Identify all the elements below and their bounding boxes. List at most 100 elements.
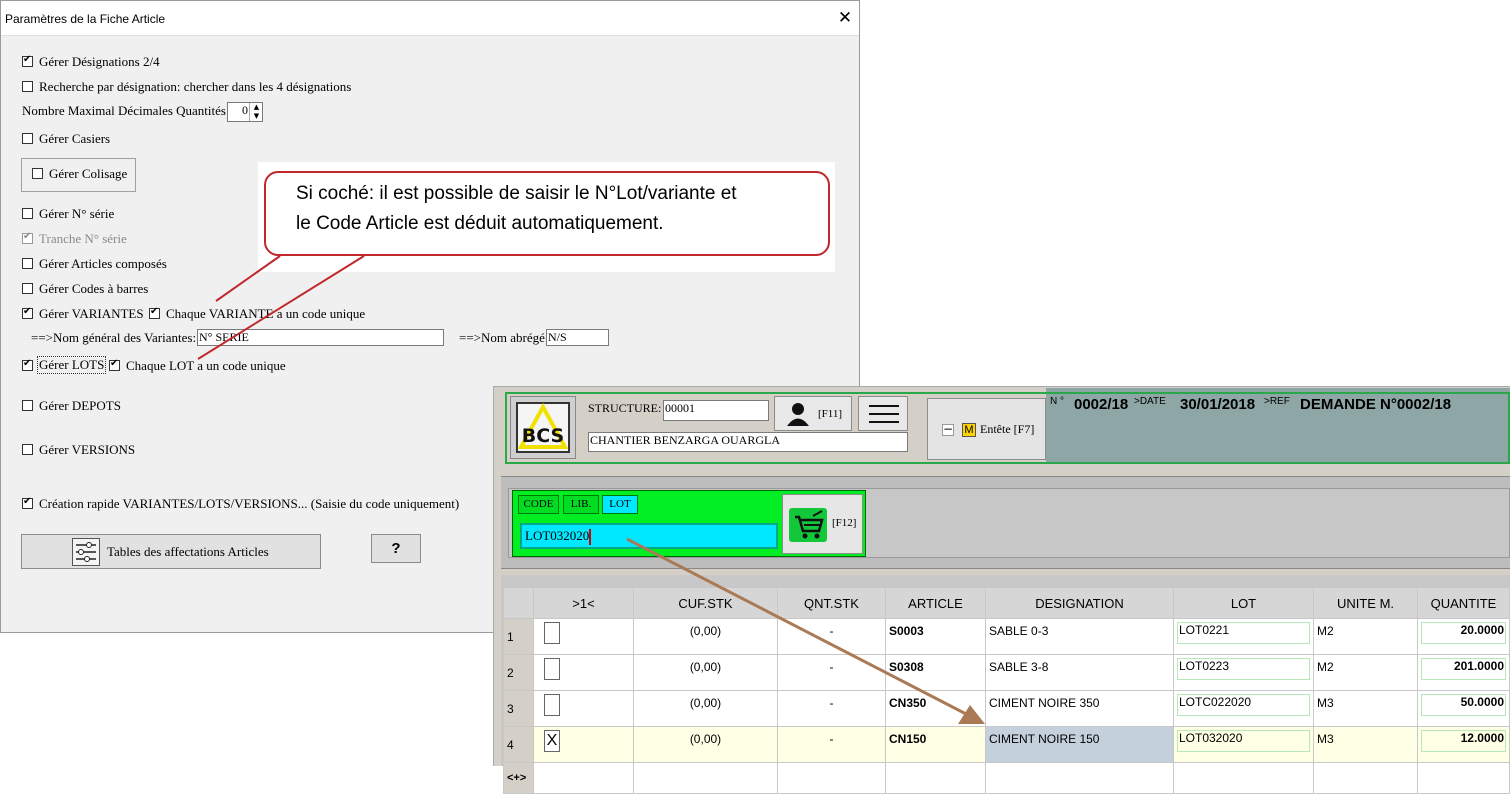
cell-unite[interactable]: M2 (1313, 618, 1418, 655)
dialog-title: Paramètres de la Fiche Article (5, 12, 166, 26)
cell-unite[interactable]: M2 (1313, 654, 1418, 691)
creation-rapide-checkbox[interactable] (22, 496, 33, 509)
serie-checkbox[interactable] (22, 208, 33, 219)
row-checkbox-cell[interactable] (533, 654, 634, 691)
row-checkbox[interactable] (544, 694, 560, 716)
nom-general-label: ==>Nom général des Variantes: (31, 330, 197, 345)
cell-lot-wrap[interactable]: LOT0223 (1173, 654, 1314, 691)
row-number[interactable]: 2 (503, 654, 534, 691)
cell-lot-wrap[interactable]: LOTC022020 (1173, 690, 1314, 727)
column-header-article[interactable]: ARTICLE (885, 587, 986, 619)
cell-unite[interactable]: M3 (1313, 726, 1418, 763)
versions-checkbox[interactable] (22, 444, 33, 455)
cell-lot-wrap[interactable]: LOT0221 (1173, 618, 1314, 655)
cell-designation[interactable]: CIMENT NOIRE 150 (985, 726, 1174, 763)
user-icon (787, 403, 809, 426)
dialog-title-bar: Paramètres de la Fiche Article ✕ (1, 1, 859, 35)
cell-designation[interactable]: SABLE 0-3 (985, 618, 1174, 655)
row-checkbox[interactable] (544, 622, 560, 644)
cell-article[interactable]: S0003 (885, 618, 986, 655)
structure-name-field[interactable]: CHANTIER BENZARGA OUARGLA (588, 432, 908, 452)
cell-lot[interactable]: LOT0221 (1177, 622, 1310, 644)
entete-button[interactable]: − M Entête [F7] (927, 398, 1046, 460)
cell-quantite[interactable]: 12.0000 (1421, 730, 1506, 752)
row-checkbox-cell[interactable]: X (533, 726, 634, 763)
cell-cuf: (0,00) (633, 654, 778, 691)
variante-unique-checkbox[interactable] (149, 306, 160, 319)
cell-quantite[interactable]: 50.0000 (1421, 694, 1506, 716)
cell-quantite-wrap[interactable]: 12.0000 (1417, 726, 1510, 763)
composes-checkbox[interactable] (22, 258, 33, 269)
column-header-unite[interactable]: UNITE M. (1313, 587, 1418, 619)
callout-box: Si coché: il est possible de saisir le N… (264, 171, 830, 256)
column-header-cuf[interactable]: CUF.STK (633, 587, 778, 619)
column-header-select[interactable]: >1< (533, 587, 634, 619)
cell-lot[interactable]: LOT0223 (1177, 658, 1310, 680)
designations-checkbox[interactable] (22, 54, 33, 67)
cell-quantite-wrap[interactable]: 20.0000 (1417, 618, 1510, 655)
column-header-designation[interactable]: DESIGNATION (985, 587, 1174, 619)
cell-quantite-wrap[interactable]: 201.0000 (1417, 654, 1510, 691)
date-label: >DATE (1134, 396, 1166, 407)
menu-button[interactable] (858, 396, 908, 431)
casiers-checkbox[interactable] (22, 133, 33, 144)
row-checkbox[interactable] (544, 658, 560, 680)
row-checkbox[interactable]: X (544, 730, 560, 752)
cell-designation[interactable]: CIMENT NOIRE 350 (985, 690, 1174, 727)
cell-article[interactable]: CN350 (885, 690, 986, 727)
column-header-qnt[interactable]: QNT.STK (777, 587, 886, 619)
column-header-lot[interactable]: LOT (1173, 587, 1314, 619)
table-row[interactable]: 1 (0,00) - S0003 SABLE 0-3 LOT0221 M2 20… (503, 618, 1510, 655)
table-row-new[interactable]: <+> (503, 762, 1510, 794)
cell-qnt: - (777, 618, 886, 655)
cart-button[interactable]: [F12] (782, 494, 863, 554)
variantes-checkbox[interactable] (22, 306, 33, 319)
row-number[interactable]: 4 (503, 726, 534, 763)
depots-checkbox[interactable] (22, 400, 33, 411)
search-input[interactable]: LOT032020 (520, 523, 778, 549)
lot-unique-checkbox[interactable] (109, 358, 120, 371)
cell-lot-wrap[interactable]: LOT032020 (1173, 726, 1314, 763)
cell-cuf: (0,00) (633, 726, 778, 763)
cell-lot[interactable]: LOT032020 (1177, 730, 1310, 752)
user-key-label: [F11] (818, 408, 843, 420)
new-row-button[interactable]: <+> (503, 762, 534, 794)
lots-checkbox[interactable] (22, 358, 33, 371)
spinner-arrows-icon[interactable]: ▲ ▼ (249, 103, 263, 121)
date-value: 30/01/2018 (1180, 396, 1256, 413)
cell-lot[interactable]: LOTC022020 (1177, 694, 1310, 716)
casiers-label: Gérer Casiers (39, 131, 111, 146)
row-checkbox-cell[interactable] (533, 690, 634, 727)
structure-field[interactable]: 00001 (663, 400, 769, 421)
cell-article[interactable]: S0308 (885, 654, 986, 691)
column-header-quantite[interactable]: QUANTITE (1417, 587, 1510, 619)
table-row-selected[interactable]: 4 X (0,00) - CN150 CIMENT NOIRE 150 LOT0… (503, 726, 1510, 763)
collapse-icon[interactable]: − (942, 423, 954, 436)
serie-label: Gérer N° série (39, 206, 115, 221)
row-number[interactable]: 3 (503, 690, 534, 727)
help-button[interactable]: ? (371, 534, 421, 563)
colisage-group[interactable]: Gérer Colisage (21, 158, 136, 192)
search-tab-lot[interactable]: LOT (602, 495, 638, 514)
close-icon[interactable]: ✕ (835, 7, 855, 29)
codes-barres-checkbox[interactable] (22, 283, 33, 294)
recherche-checkbox[interactable] (22, 81, 33, 92)
nom-abrege-field[interactable]: N/S (546, 329, 609, 346)
cell-designation[interactable]: SABLE 3-8 (985, 654, 1174, 691)
cell-quantite[interactable]: 20.0000 (1421, 622, 1506, 644)
table-row[interactable]: 3 (0,00) - CN350 CIMENT NOIRE 350 LOTC02… (503, 690, 1510, 727)
cell-quantite[interactable]: 201.0000 (1421, 658, 1506, 680)
user-button[interactable]: [F11] (774, 396, 852, 431)
search-tab-code[interactable]: CODE (518, 495, 559, 514)
cell-article[interactable]: CN150 (885, 726, 986, 763)
search-tab-lib[interactable]: LIB. (563, 495, 599, 514)
table-row[interactable]: 2 (0,00) - S0308 SABLE 3-8 LOT0223 M2 20… (503, 654, 1510, 691)
cell-quantite-wrap[interactable]: 50.0000 (1417, 690, 1510, 727)
nom-general-field[interactable]: N° SERIE (197, 329, 444, 346)
tables-affectations-button[interactable]: Tables des affectations Articles (21, 534, 321, 569)
row-checkbox-cell[interactable] (533, 618, 634, 655)
cell-unite[interactable]: M3 (1313, 690, 1418, 727)
tranche-label: Tranche N° série (39, 231, 127, 246)
colisage-checkbox[interactable] (32, 168, 43, 179)
row-number[interactable]: 1 (503, 618, 534, 655)
